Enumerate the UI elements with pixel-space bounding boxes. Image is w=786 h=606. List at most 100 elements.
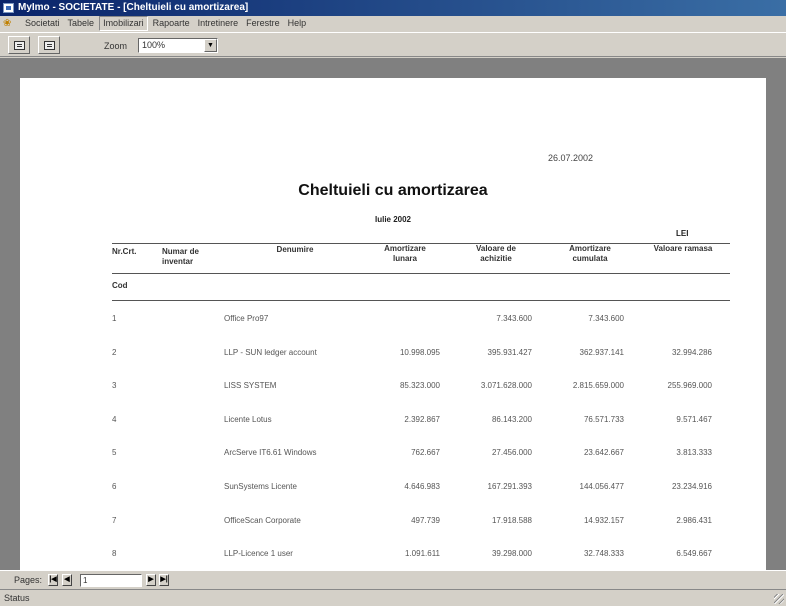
menu-item-help[interactable]: Help (285, 16, 310, 31)
menu-item-tabele[interactable]: Tabele (65, 16, 98, 31)
header-numar-inventar: Numar de inventar (162, 247, 199, 266)
header-amortizare-lunara: Amortizare lunara (384, 244, 426, 263)
cell-nr: 8 (112, 549, 117, 559)
pages-label: Pages: (14, 575, 43, 585)
cell-valoare-achizitie: 167.291.393 (487, 482, 533, 491)
cell-denumire: ArcServe IT6.61 Windows (224, 448, 317, 458)
table-row: 8 LLP-Licence 1 user 1.091.611 39.298.000 32… (20, 549, 766, 561)
menu-bar: ❀ Societati Tabele Imobilizari Rapoarte Intr… (0, 16, 786, 31)
page-number-input[interactable]: 1 (80, 574, 142, 587)
zoom-value: 100% (142, 40, 166, 50)
printer-icon (14, 41, 25, 50)
table-row: 6 SunSystems Licente 4.646.983 167.291.393 1… (20, 482, 766, 494)
table-row: 1 Office Pro97 7.343.600 7.343.600 (20, 314, 766, 326)
cell-valoare-ramasa: 23.234.916 (671, 482, 712, 491)
cell-denumire: Office Pro97 (224, 314, 269, 323)
cell-amortizare-lunara: 497.739 (411, 515, 440, 525)
table-row: 3 LISS SYSTEM 85.323.000 3.071.628.000 2.815… (20, 381, 766, 393)
cell-amortizare-lunara: 1.091.611 (405, 549, 440, 559)
cell-amortizare-cumulata: 23.642.667 (583, 448, 624, 458)
cell-valoare-ramasa: 6.549.667 (676, 549, 712, 559)
cell-valoare-achizitie: 86.143.200 (491, 414, 532, 424)
zoom-select[interactable]: 100% ▼ (138, 38, 218, 53)
cell-amortizare-cumulata: 14.932.157 (583, 515, 624, 525)
menu-item-intretinere[interactable]: Intretinere (195, 16, 242, 31)
cell-valoare-ramasa: 2.986.431 (676, 515, 712, 525)
report-page: 26.07.2002 Cheltuieli cu amortizarea Iul… (20, 78, 766, 570)
print-button[interactable] (8, 36, 30, 54)
cod-label: Cod (112, 281, 128, 290)
menu-item-rapoarte[interactable]: Rapoarte (150, 16, 193, 31)
currency-label: LEI (676, 229, 689, 238)
cell-nr: 7 (112, 515, 117, 525)
app-window: MyImo - SOCIETATE - [Cheltuieli cu amort… (0, 0, 786, 606)
cell-valoare-achizitie: 7.343.600 (496, 314, 532, 323)
cell-amortizare-lunara: 2.392.867 (404, 414, 440, 424)
table-row: 4 Licente Lotus 2.392.867 86.143.200 76.571.… (20, 415, 766, 427)
cell-valoare-ramasa: 3.813.333 (676, 448, 712, 458)
report-period: Iulie 2002 (374, 215, 412, 224)
cell-amortizare-cumulata: 7.343.600 (588, 314, 624, 323)
cell-amortizare-cumulata: 2.815.659.000 (572, 381, 624, 391)
cell-amortizare-lunara: 10.998.095 (399, 347, 440, 357)
cell-nr: 1 (112, 314, 117, 323)
header-mid-rule (112, 273, 730, 274)
last-page-button[interactable]: ▶| (159, 574, 169, 586)
cell-valoare-achizitie: 3.071.628.000 (480, 381, 532, 391)
mdi-child-icon[interactable]: ❀ (3, 18, 15, 29)
menu-item-imobilizari[interactable]: Imobilizari (99, 16, 148, 31)
cell-denumire: Licente Lotus (224, 414, 272, 424)
cell-valoare-achizitie: 17.918.588 (491, 515, 532, 525)
table-row: 7 OfficeScan Corporate 497.739 17.918.588 14… (20, 516, 766, 528)
cell-amortizare-lunara: 85.323.000 (399, 381, 440, 391)
toolbar: Zoom 100% ▼ (0, 32, 786, 57)
cell-amortizare-cumulata: 362.937.141 (579, 347, 625, 357)
cell-denumire: SunSystems Licente (224, 482, 297, 491)
header-nr-crt: Nr.Crt. (112, 247, 137, 256)
cell-denumire: LISS SYSTEM (224, 381, 277, 391)
table-row: 5 ArcServe IT6.61 Windows 762.667 27.456.00… (20, 448, 766, 460)
export-button[interactable] (38, 36, 60, 54)
chevron-down-icon[interactable]: ▼ (204, 39, 217, 52)
report-viewer[interactable]: 26.07.2002 Cheltuieli cu amortizarea Iul… (0, 58, 786, 570)
cell-valoare-achizitie: 39.298.000 (491, 549, 532, 559)
cell-amortizare-cumulata: 76.571.733 (583, 414, 624, 424)
cell-nr: 5 (112, 448, 117, 458)
cell-nr: 6 (112, 482, 117, 491)
header-valoare-achizitie: Valoare de achizitie (475, 244, 517, 263)
status-text: Status (4, 593, 30, 603)
cell-valoare-ramasa: 9.571.467 (676, 414, 712, 424)
app-icon (3, 3, 14, 13)
cell-nr: 2 (112, 347, 117, 357)
cell-nr: 4 (112, 414, 117, 424)
status-bar: Status (0, 589, 786, 606)
export-icon (44, 41, 55, 50)
prev-page-button[interactable]: ◀ (62, 574, 72, 586)
menu-item-ferestre[interactable]: Ferestre (243, 16, 283, 31)
zoom-label: Zoom (104, 41, 128, 51)
cell-denumire: LLP-Licence 1 user (224, 549, 293, 559)
first-page-button[interactable]: |◀ (48, 574, 58, 586)
cell-valoare-achizitie: 395.931.427 (487, 347, 533, 357)
title-bar: MyImo - SOCIETATE - [Cheltuieli cu amort… (0, 0, 786, 16)
cell-valoare-ramasa: 255.969.000 (667, 381, 713, 391)
cell-amortizare-cumulata: 32.748.333 (583, 549, 624, 559)
report-date: 26.07.2002 (548, 153, 594, 163)
cell-amortizare-lunara: 4.646.983 (404, 482, 440, 491)
cell-amortizare-lunara: 762.667 (411, 448, 440, 458)
cell-denumire: LLP - SUN ledger account (224, 347, 317, 357)
menu-items: Societati Tabele Imobilizari Rapoarte Intret… (22, 16, 311, 31)
cell-valoare-achizitie: 27.456.000 (491, 448, 532, 458)
report-title: Cheltuieli cu amortizarea (298, 182, 488, 199)
resize-grip-icon[interactable] (774, 594, 784, 604)
cell-denumire: OfficeScan Corporate (224, 515, 301, 525)
pager-bar: Pages: |◀ ◀ 1 ▶ ▶| (0, 570, 786, 588)
cell-nr: 3 (112, 381, 117, 391)
window-title: MyImo - SOCIETATE - [Cheltuieli cu amort… (18, 2, 249, 13)
menu-item-societati[interactable]: Societati (22, 16, 63, 31)
header-denumire: Denumire (276, 245, 314, 254)
header-bottom-rule (112, 300, 730, 301)
header-amortizare-cumulata: Amortizare cumulata (569, 244, 611, 263)
next-page-button[interactable]: ▶ (146, 574, 156, 586)
cell-amortizare-cumulata: 144.056.477 (579, 482, 625, 491)
